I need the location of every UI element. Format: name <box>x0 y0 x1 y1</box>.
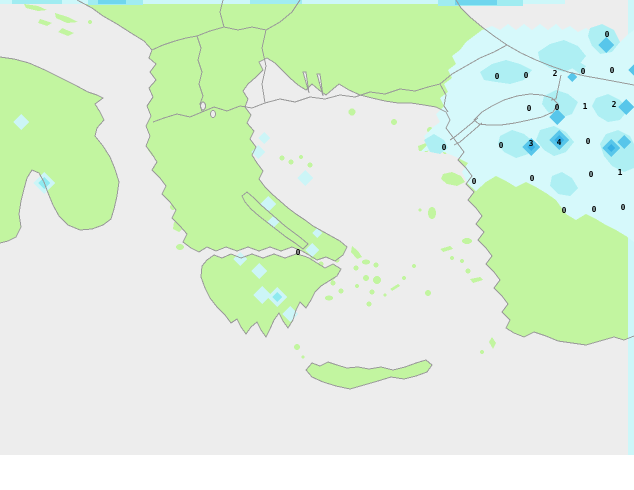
precip-value-label: 0 <box>621 203 626 212</box>
legend-footer: Precipitation[mm]ECMWF 0.10.512510152025… <box>0 455 634 490</box>
precip-value-label: 0 <box>296 248 301 257</box>
precip-value-label: 4 <box>557 138 562 147</box>
precip-value-label: 0 <box>555 103 560 112</box>
precip-value-label: 0 <box>605 30 610 39</box>
precip-value-label: 0 <box>442 143 447 152</box>
precip-value-label: 0 <box>524 71 529 80</box>
precip-value-label: 0 <box>610 66 615 75</box>
precip-value-label: 0 <box>592 205 597 214</box>
precip-value-label: 2 <box>612 100 617 109</box>
precip-value-label: 3 <box>529 139 534 148</box>
precip-value-label: 0 <box>499 141 504 150</box>
precip-value-label: 1 <box>583 102 588 111</box>
precip-value-label: 0 <box>589 170 594 179</box>
precip-value-label: 0 <box>530 174 535 183</box>
precip-value-label: 1 <box>618 168 623 177</box>
precip-value-label: 0 <box>586 137 591 146</box>
precip-value-label: 0 <box>581 67 586 76</box>
precip-value-label: 0 <box>562 206 567 215</box>
lake-prespa <box>210 110 216 118</box>
precip-value-label: 0 <box>495 72 500 81</box>
weather-map-page: 0 0 0 2 0 0 0 0 1 2 0 0 3 4 0 0 0 0 1 0 0 0 0 Precipitation[mm… <box>0 0 634 490</box>
precip-value-label: 0 <box>472 177 477 186</box>
precip-value-label: 0 <box>527 104 532 113</box>
precipitation-map: 0 0 0 2 0 0 0 0 1 2 0 0 3 4 0 0 0 0 1 0 0 0 0 <box>0 0 634 455</box>
precip-value-label: 2 <box>553 69 558 78</box>
